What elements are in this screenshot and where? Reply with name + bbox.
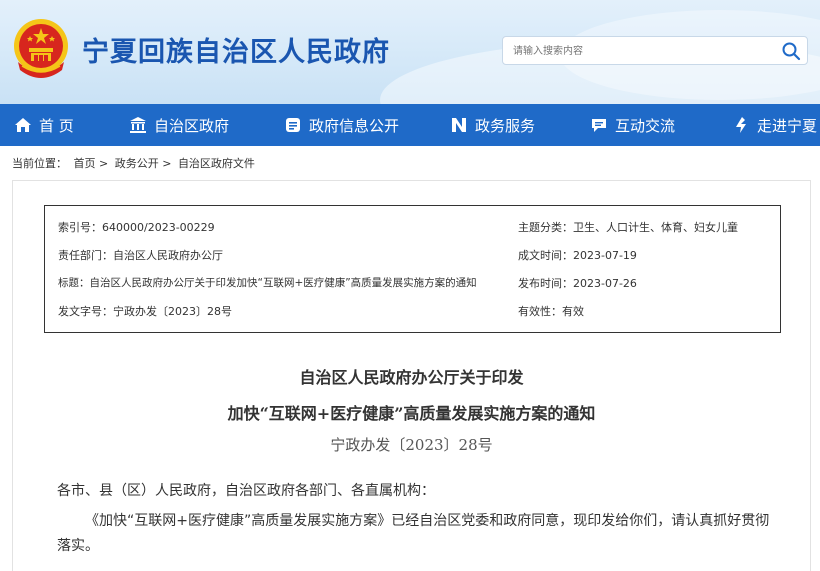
nav-item-label: 政府信息公开: [309, 116, 400, 135]
nav-item-label: 互动交流: [615, 116, 676, 135]
nav-item-label: 自治区政府: [154, 116, 230, 135]
nav-item-government[interactable]: 自治区政府: [129, 104, 229, 146]
search-box: [502, 36, 808, 65]
document-icon: [286, 118, 300, 132]
breadcrumb-separator: >: [162, 157, 172, 170]
breadcrumb-separator: >: [99, 157, 109, 170]
document-body-paragraph: 《加快“互联网+医疗健康”高质量发展实施方案》已经自治区党委和政府同意，现印发给…: [57, 513, 770, 554]
nav-item-label: 首 页: [39, 116, 74, 135]
site-title[interactable]: 宁夏回族自治区人民政府: [82, 30, 390, 69]
breadcrumb-item-home[interactable]: 首页: [74, 157, 96, 170]
home-icon: [15, 118, 31, 132]
nav-item-info-disclosure[interactable]: 政府信息公开: [284, 104, 399, 146]
document-metadata-table: 索引号：640000/2023-00229 主题分类：卫生、人口计生、体育、妇女…: [44, 205, 781, 333]
national-emblem-icon[interactable]: [12, 16, 70, 82]
nav-item-interaction[interactable]: 互动交流: [590, 104, 675, 146]
meta-label: 标题：: [58, 277, 90, 289]
breadcrumb: 当前位置： 首页 > 政务公开 > 自治区政府文件: [12, 155, 255, 171]
meta-published-date: 发布时间：2023-07-26: [518, 275, 637, 291]
main-nav: 首 页 自治区政府 政府信息公开 政务服务 互动交流 走进宁夏: [0, 104, 820, 146]
meta-value: 有效: [562, 305, 584, 318]
search-input[interactable]: [513, 43, 773, 59]
nav-item-home[interactable]: 首 页: [14, 104, 74, 146]
breadcrumb-prefix: 当前位置：: [12, 157, 67, 170]
meta-index: 索引号：640000/2023-00229: [58, 219, 215, 235]
meta-label: 有效性：: [518, 305, 562, 318]
meta-label: 责任部门：: [58, 249, 113, 262]
chat-icon: [592, 119, 606, 132]
nav-item-label: 走进宁夏: [757, 116, 818, 135]
service-n-icon: [452, 118, 466, 132]
breadcrumb-item-gov-documents[interactable]: 自治区政府文件: [178, 157, 255, 170]
search-icon[interactable]: [781, 41, 801, 61]
site-header: 宁夏回族自治区人民政府: [0, 0, 820, 104]
meta-doc-number: 发文字号：宁政办发〔2023〕28号: [58, 303, 232, 319]
meta-value: 宁政办发〔2023〕28号: [113, 305, 232, 318]
nav-item-label: 政务服务: [475, 116, 536, 135]
meta-label: 索引号：: [58, 221, 102, 234]
location-icon: [736, 117, 746, 133]
document-title-line-2: 加快“互联网+医疗健康”高质量发展实施方案的通知: [227, 404, 596, 423]
document-salutation: 各市、县（区）人民政府，自治区政府各部门、各直属机构：: [57, 483, 435, 499]
meta-label: 发布时间：: [518, 277, 573, 290]
meta-value: 卫生、人口计生、体育、妇女儿童: [573, 221, 738, 234]
meta-title: 标题：自治区人民政府办公厅关于印发加快“互联网+医疗健康”高质量发展实施方案的通…: [58, 275, 477, 290]
article-container: 索引号：640000/2023-00229 主题分类：卫生、人口计生、体育、妇女…: [12, 180, 811, 571]
meta-created-date: 成文时间：2023-07-19: [518, 247, 637, 263]
meta-label: 发文字号：: [58, 305, 113, 318]
meta-value: 自治区人民政府办公厅关于印发加快“互联网+医疗健康”高质量发展实施方案的通知: [89, 277, 477, 289]
meta-label: 主题分类：: [518, 221, 573, 234]
meta-label: 成文时间：: [518, 249, 573, 262]
document-number: 宁政办发〔2023〕28号: [330, 436, 493, 454]
meta-subject: 主题分类：卫生、人口计生、体育、妇女儿童: [518, 219, 738, 235]
nav-item-enter-ningxia[interactable]: 走进宁夏: [732, 104, 817, 146]
meta-value: 640000/2023-00229: [102, 221, 215, 234]
nav-item-services[interactable]: 政务服务: [450, 104, 535, 146]
meta-validity: 有效性：有效: [518, 303, 584, 319]
document-title-line-1: 自治区人民政府办公厅关于印发: [299, 368, 524, 387]
meta-value: 2023-07-19: [573, 249, 637, 262]
meta-value: 自治区人民政府办公厅: [113, 249, 223, 262]
government-building-icon: [130, 117, 146, 133]
meta-value: 2023-07-26: [573, 277, 637, 290]
meta-department: 责任部门：自治区人民政府办公厅: [58, 247, 223, 263]
breadcrumb-item-public-affairs[interactable]: 政务公开: [115, 157, 159, 170]
